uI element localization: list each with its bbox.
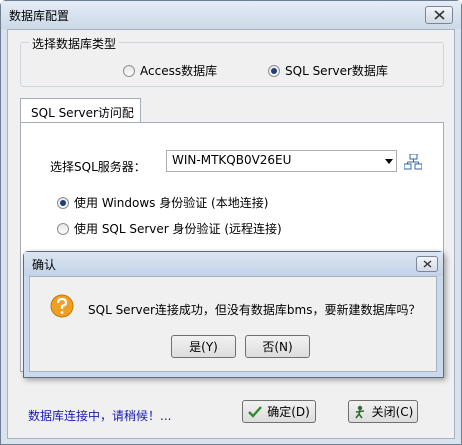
- no-button-label: 否(N): [262, 340, 293, 354]
- radio-circle[interactable]: [123, 64, 135, 77]
- dialog-body: SQL Server连接成功，但没有数据库bms，要新建数据库吗？ 是(Y) 否…: [29, 276, 437, 372]
- radio-sqlserver-auth[interactable]: 使用 SQL Server 身份验证 (远程连接): [57, 220, 282, 237]
- server-combobox[interactable]: WIN-MTKQB0V26EU: [166, 150, 397, 172]
- server-label: 选择SQL服务器：: [50, 160, 146, 174]
- exit-icon: [354, 405, 364, 418]
- close-icon: [423, 260, 432, 268]
- yes-button-label: 是(Y): [189, 340, 218, 354]
- dialog-message: SQL Server连接成功，但没有数据库bms，要新建数据库吗？: [88, 303, 421, 317]
- dropdown-arrow-icon[interactable]: [385, 159, 393, 164]
- confirm-button-label: 确定(D): [267, 405, 310, 419]
- check-icon: [248, 405, 263, 418]
- close-button-label: 关闭(C): [371, 405, 414, 419]
- yes-button[interactable]: 是(Y): [171, 335, 236, 358]
- db-type-groupbox: 选择数据库类型 Access数据库 SQL Server数据库: [20, 35, 444, 87]
- network-browse-icon[interactable]: [404, 154, 422, 170]
- status-text: 数据库连接中，请稍候！...: [28, 409, 172, 423]
- window-close-button[interactable]: [425, 6, 453, 24]
- radio-sqlserver[interactable]: SQL Server数据库: [268, 62, 388, 79]
- question-icon: [50, 294, 74, 318]
- no-button[interactable]: 否(N): [245, 335, 310, 358]
- radio-circle[interactable]: [57, 222, 69, 235]
- radio-circle-checked[interactable]: [268, 64, 280, 77]
- dialog-title: 确认: [32, 258, 57, 272]
- confirm-dialog: 确认 SQL Server连接成功，但没有数据库bms，要新建数据库吗？ 是(Y…: [23, 251, 444, 378]
- close-icon: [434, 10, 445, 20]
- window-title: 数据库配置: [9, 9, 70, 23]
- radio-access[interactable]: Access数据库: [123, 62, 217, 79]
- radio-sqlserver-label: SQL Server数据库: [285, 64, 388, 78]
- close-button[interactable]: 关闭(C): [348, 400, 418, 423]
- dialog-titlebar[interactable]: 确认: [24, 252, 443, 276]
- db-type-legend: 选择数据库类型: [29, 35, 120, 52]
- radio-circle-checked[interactable]: [57, 196, 69, 209]
- bottom-bar: 数据库连接中，请稍候！... 确定(D) 关闭(C): [20, 398, 444, 428]
- confirm-button[interactable]: 确定(D): [242, 400, 316, 423]
- windows-auth-label: 使用 Windows 身份验证 (本地连接): [74, 196, 269, 210]
- radio-access-label: Access数据库: [140, 64, 218, 78]
- dialog-close-button[interactable]: [416, 256, 438, 272]
- server-value: WIN-MTKQB0V26EU: [172, 153, 292, 167]
- tab-sqlserver-config[interactable]: SQL Server访问配置: [20, 98, 141, 137]
- database-config-window: 数据库配置 选择数据库类型 Access数据库 SQL Server数据库 SQ…: [0, 0, 462, 445]
- sqlserver-auth-label: 使用 SQL Server 身份验证 (远程连接): [74, 222, 282, 236]
- radio-windows-auth[interactable]: 使用 Windows 身份验证 (本地连接): [57, 194, 268, 211]
- window-titlebar[interactable]: 数据库配置: [1, 1, 461, 29]
